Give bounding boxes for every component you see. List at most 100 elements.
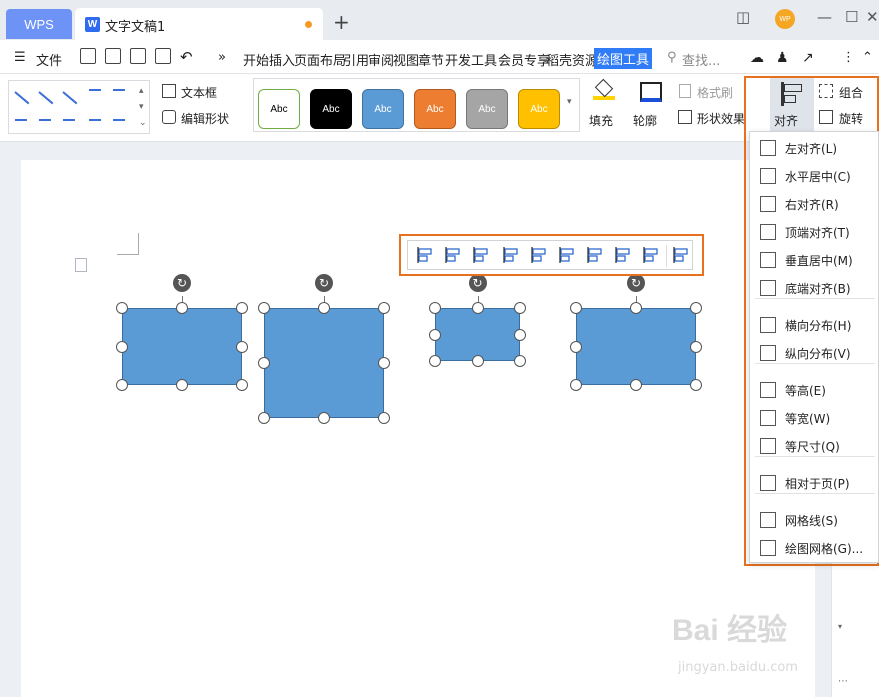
window-layout-icon[interactable]: ◫ bbox=[736, 8, 750, 26]
document-icon: W bbox=[85, 17, 100, 32]
tab-insert[interactable]: 插入 bbox=[269, 50, 295, 69]
file-menu[interactable]: 文件 bbox=[36, 50, 62, 69]
align-middle-icon bbox=[760, 252, 776, 268]
style-gold[interactable]: Abc bbox=[518, 89, 560, 129]
same-width-icon bbox=[760, 410, 776, 426]
align-left-icon bbox=[760, 140, 776, 156]
align-menu-item-label: 右对齐(R) bbox=[785, 197, 839, 212]
search-input[interactable]: 查找... bbox=[682, 50, 720, 69]
shape-effects-button[interactable]: 形状效果 bbox=[697, 110, 745, 127]
hamburger-icon[interactable]: ☰ bbox=[14, 50, 26, 65]
float-distribute-horizontal-icon[interactable] bbox=[614, 246, 632, 264]
document-tab[interactable]: W 文字文稿1 bbox=[75, 8, 323, 40]
edit-shape-button[interactable]: 编辑形状 bbox=[181, 110, 229, 127]
float-align-right-icon[interactable] bbox=[472, 246, 490, 264]
unsaved-indicator bbox=[305, 21, 312, 28]
shapes-gallery[interactable]: ▴ ▾ ⌄ bbox=[8, 80, 150, 134]
tab-docer[interactable]: 稻壳资源 bbox=[546, 50, 598, 69]
float-align-left-icon[interactable] bbox=[416, 246, 434, 264]
collapse-ribbon-icon[interactable]: ⌃ bbox=[862, 50, 873, 65]
wps-home-tab[interactable]: WPS bbox=[6, 9, 72, 39]
align-menu-item-13[interactable]: 网格线(S) bbox=[750, 506, 879, 534]
menu-separator bbox=[755, 298, 875, 299]
tab-member[interactable]: 会员专享 bbox=[498, 50, 550, 69]
align-menu-item-9[interactable]: 等高(E) bbox=[750, 376, 879, 404]
new-tab-button[interactable]: + bbox=[333, 10, 350, 34]
more-options-icon[interactable]: ⋮ bbox=[842, 50, 855, 65]
distribute-vertical-icon bbox=[760, 345, 776, 361]
align-menu-item-14[interactable]: 绘图网格(G)... bbox=[750, 534, 879, 562]
print-preview-icon[interactable] bbox=[155, 48, 171, 64]
align-menu-item-3[interactable]: 右对齐(R) bbox=[750, 190, 879, 218]
float-align-top-icon[interactable] bbox=[502, 246, 520, 264]
tab-page-layout[interactable]: 页面布局 bbox=[294, 50, 346, 69]
minimize-icon[interactable]: — bbox=[817, 8, 832, 26]
fill-button[interactable]: 填充 bbox=[589, 112, 613, 129]
align-menu-item-4[interactable]: 顶端对齐(T) bbox=[750, 218, 879, 246]
scroll-up-icon[interactable]: ▾ bbox=[838, 622, 842, 631]
align-menu-item-2[interactable]: 水平居中(C) bbox=[750, 162, 879, 190]
align-menu-item-10[interactable]: 等宽(W) bbox=[750, 404, 879, 432]
print-icon[interactable] bbox=[130, 48, 146, 64]
styles-more-icon[interactable]: ▾ bbox=[567, 97, 572, 107]
collaborate-icon[interactable]: ♟ bbox=[776, 50, 789, 66]
gallery-scroll-icon[interactable]: ▴ ▾ ⌄ bbox=[139, 83, 147, 131]
tab-start[interactable]: 开始 bbox=[243, 50, 269, 69]
undo-icon[interactable]: ↶ bbox=[180, 48, 193, 66]
freeform-curve-icon[interactable] bbox=[113, 119, 125, 121]
document-tab-title: 文字文稿1 bbox=[105, 20, 166, 35]
elbow-double-arrow-icon[interactable] bbox=[15, 119, 27, 121]
curved-double-arrow-icon[interactable] bbox=[89, 119, 101, 121]
align-center-icon bbox=[760, 168, 776, 184]
elbow-arrow-connector-icon[interactable] bbox=[113, 89, 125, 91]
line-shape-icon[interactable] bbox=[14, 91, 30, 105]
menu-separator bbox=[755, 363, 875, 364]
align-menu-item-label: 底端对齐(B) bbox=[785, 281, 851, 296]
float-distribute-both-icon[interactable] bbox=[586, 246, 604, 264]
tab-developer[interactable]: 开发工具 bbox=[445, 50, 497, 69]
floating-align-toolbar-highlight bbox=[399, 234, 704, 276]
baidu-watermark-logo: Bai 经验 bbox=[672, 614, 788, 647]
style-white[interactable]: Abc bbox=[258, 89, 300, 129]
paragraph-marker-icon[interactable] bbox=[75, 258, 87, 272]
curved-connector-icon[interactable] bbox=[39, 119, 51, 121]
tab-view[interactable]: 视图 bbox=[393, 50, 419, 69]
edit-shape-icon bbox=[162, 110, 176, 124]
align-menu-item-1[interactable]: 左对齐(L) bbox=[750, 134, 879, 162]
float-align-bottom-icon[interactable] bbox=[558, 246, 576, 264]
align-menu-item-7[interactable]: 横向分布(H) bbox=[750, 311, 879, 339]
float-distribute-vertical-icon[interactable] bbox=[642, 246, 660, 264]
share-icon[interactable]: ↗ bbox=[802, 50, 814, 66]
save-icon[interactable] bbox=[80, 48, 96, 64]
align-menu-item-label: 纵向分布(V) bbox=[785, 346, 851, 361]
fill-bucket-icon bbox=[593, 78, 615, 100]
style-black[interactable]: Abc bbox=[310, 89, 352, 129]
more-dots-icon[interactable]: ⋯ bbox=[838, 676, 848, 687]
avatar[interactable]: WP bbox=[775, 9, 795, 29]
curved-arrow-connector-icon[interactable] bbox=[63, 119, 75, 121]
tab-references[interactable]: 引用 bbox=[343, 50, 369, 69]
more-chevron-icon[interactable]: » bbox=[218, 50, 226, 65]
float-group-icon[interactable] bbox=[672, 246, 690, 264]
align-menu-item-5[interactable]: 垂直居中(M) bbox=[750, 246, 879, 274]
maximize-icon[interactable]: ☐ bbox=[845, 8, 858, 26]
double-arrow-shape-icon[interactable] bbox=[62, 91, 78, 105]
tab-chapter[interactable]: 章节 bbox=[418, 50, 444, 69]
float-align-center-icon[interactable] bbox=[444, 246, 462, 264]
style-orange[interactable]: Abc bbox=[414, 89, 456, 129]
outline-button[interactable]: 轮廓 bbox=[633, 112, 657, 129]
align-top-icon bbox=[760, 224, 776, 240]
float-align-middle-icon[interactable] bbox=[530, 246, 548, 264]
style-blue[interactable]: Abc bbox=[362, 89, 404, 129]
search-icon[interactable]: ⚲ bbox=[667, 50, 677, 65]
close-icon[interactable]: ✕ bbox=[866, 8, 879, 26]
text-box-button[interactable]: 文本框 bbox=[181, 84, 217, 101]
cloud-icon[interactable]: ☁ bbox=[750, 50, 764, 66]
arrow-shape-icon[interactable] bbox=[38, 91, 54, 105]
tab-review[interactable]: 审阅 bbox=[368, 50, 394, 69]
tab-drawing-tools[interactable]: 绘图工具 bbox=[594, 48, 653, 69]
elbow-connector-icon[interactable] bbox=[89, 89, 101, 91]
export-pdf-icon[interactable] bbox=[105, 48, 121, 64]
style-gray[interactable]: Abc bbox=[466, 89, 508, 129]
format-painter-button[interactable]: 格式刷 bbox=[697, 84, 733, 101]
